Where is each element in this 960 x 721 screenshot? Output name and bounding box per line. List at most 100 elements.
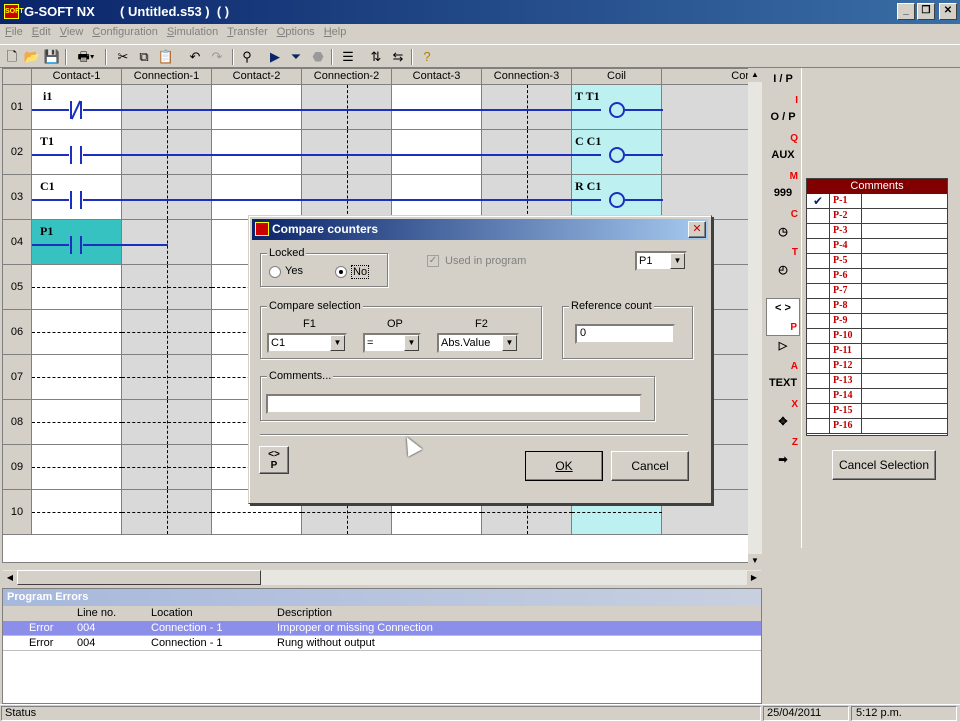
chevron-down-icon[interactable]: ▼ [670,253,685,269]
ladder-cell[interactable] [482,85,572,130]
simulate-icon[interactable]: ⏷ [287,48,305,66]
comment-row[interactable]: P-12 [807,359,947,374]
normally-closed-contact-icon[interactable] [69,100,83,120]
comment-row[interactable]: P-15 [807,404,947,419]
comment-row[interactable]: P-5 [807,254,947,269]
ladder-cell[interactable] [392,175,482,220]
ladder-cell[interactable] [482,130,572,175]
input-output-icon[interactable]: I / PI [766,70,800,108]
ladder-cell[interactable] [392,85,482,130]
ladder-cell[interactable] [122,310,212,355]
ladder-cell[interactable] [32,490,122,535]
menu-view[interactable]: View [55,24,88,38]
compare-icon[interactable]: < > P [766,298,800,336]
cancel-button[interactable]: Cancel [611,451,689,481]
comment-row[interactable]: P-16 [807,419,947,434]
timer-icon[interactable]: ◷ T [766,222,800,260]
transfer-icon[interactable]: ⇆ [389,48,407,66]
comment-row[interactable]: P-2 [807,209,947,224]
ladder-cell[interactable] [302,175,392,220]
f2-select[interactable]: Abs.Value ▼ [437,333,519,353]
dialog-close-icon[interactable]: ✕ [688,221,706,238]
menu-options[interactable]: Options [272,24,319,38]
vertical-scrollbar[interactable]: ▲ ▼ [748,68,762,568]
counter-icon[interactable]: 999 C [766,184,800,222]
comment-row[interactable]: P-3 [807,224,947,239]
print-icon[interactable]: 🖶▾ [72,48,100,66]
ladder-cell[interactable] [662,175,749,220]
menu-edit[interactable]: Edit [27,24,55,38]
ladder-cell[interactable] [122,265,212,310]
ladder-cell[interactable] [302,130,392,175]
ok-button[interactable]: OK [525,451,603,481]
chevron-down-icon[interactable]: ▼ [404,335,419,351]
redo-icon[interactable]: ↷ [208,48,226,66]
menu-transfer[interactable]: Transfer [222,24,272,38]
menu-configuration[interactable]: Configuration [87,24,161,38]
normally-open-contact-icon[interactable] [69,236,83,254]
chevron-down-icon[interactable]: ▼ [502,335,517,351]
normally-open-contact-icon[interactable] [69,191,83,209]
comment-row[interactable]: ✔ P-1 [807,194,947,209]
normally-open-contact-icon[interactable] [69,146,83,164]
ladder-cell[interactable] [122,355,212,400]
ladder-cell[interactable] [122,130,212,175]
chevron-down-icon[interactable]: ▼ [330,335,345,351]
save-icon[interactable]: 💾 [43,48,61,66]
op-select[interactable]: = ▼ [363,333,421,353]
open-icon[interactable]: 📂 [23,48,41,66]
scroll-down-icon[interactable]: ▼ [748,554,762,568]
scroll-left-icon[interactable]: ◀ [3,571,17,585]
restore-icon[interactable]: ❐ [917,3,935,20]
ladder-cell[interactable] [212,175,302,220]
ladder-cell[interactable] [212,130,302,175]
new-icon[interactable]: 🗋 [3,48,21,66]
menu-file[interactable]: File [0,24,27,38]
network-icon[interactable]: ⇅ [367,48,385,66]
undo-icon[interactable]: ↶ [186,48,204,66]
minimize-icon[interactable]: _ [897,3,915,20]
copy-icon[interactable]: ⧉ [135,48,153,66]
arrow-right-icon[interactable]: ➡ [766,450,800,488]
cut-icon[interactable]: ✂ [114,48,132,66]
paste-icon[interactable]: 📋 [157,48,175,66]
ladder-cell[interactable] [122,85,212,130]
coil-icon[interactable] [609,102,625,118]
ladder-cell[interactable] [122,220,212,265]
ladder-cell[interactable] [122,490,212,535]
stop-icon[interactable]: ⬣ [309,48,327,66]
ladder-cell[interactable] [212,85,302,130]
comment-row[interactable]: P-14 [807,389,947,404]
counter-select[interactable]: P1 ▼ [635,251,687,271]
ladder-cell[interactable] [392,130,482,175]
comment-row[interactable]: P-7 [807,284,947,299]
error-row[interactable]: Error 004 Connection - 1 Rung without ou… [3,636,761,651]
ladder-cell[interactable] [662,85,749,130]
cancel-selection-button[interactable]: Cancel Selection [832,450,936,480]
reference-count-input[interactable]: 0 [575,324,675,344]
scroll-right-icon[interactable]: ▶ [747,571,761,585]
list-icon[interactable]: ☰ [339,48,357,66]
ladder-cell[interactable] [32,445,122,490]
ladder-cell[interactable] [662,130,749,175]
analog-icon[interactable]: ▷ A [766,336,800,374]
menu-help[interactable]: Help [319,24,351,38]
ladder-cell[interactable] [32,355,122,400]
coil-icon[interactable] [609,192,625,208]
ladder-cell[interactable] [32,400,122,445]
ladder-cell[interactable] [122,175,212,220]
ladder-cell[interactable] [482,175,572,220]
locked-yes-radio[interactable] [269,266,281,278]
aux-icon[interactable]: AUX M [766,146,800,184]
f1-select[interactable]: C1 ▼ [267,333,347,353]
coil-icon[interactable] [609,147,625,163]
output-icon[interactable]: O / P Q [766,108,800,146]
clock-icon[interactable]: ◴ [766,260,800,298]
comment-row[interactable]: P-6 [807,269,947,284]
comment-row[interactable]: P-4 [807,239,947,254]
ladder-cell[interactable] [122,400,212,445]
locked-no-radio[interactable] [335,266,347,278]
comment-row[interactable]: P-9 [807,314,947,329]
help-icon[interactable]: ? [418,48,436,66]
move-icon[interactable]: ✥ Z [766,412,800,450]
